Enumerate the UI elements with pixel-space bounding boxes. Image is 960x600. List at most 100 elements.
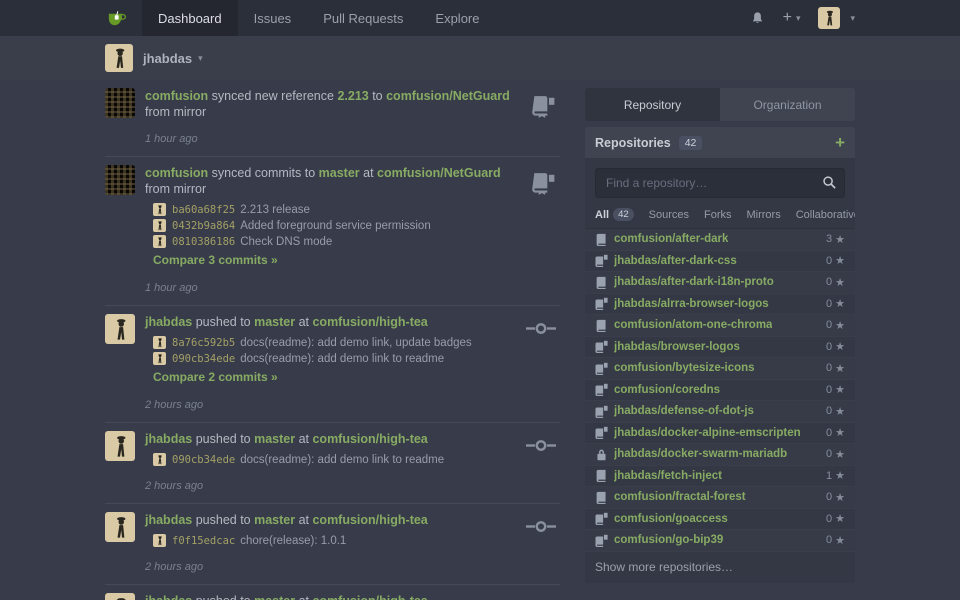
feed-item: jhabdas pushed to master at comfusion/hi…: [105, 423, 560, 504]
repo-row[interactable]: comfusion/bytesize-icons0★: [585, 358, 855, 380]
feed-link[interactable]: comfusion: [145, 89, 208, 103]
repo-row[interactable]: comfusion/goaccess0★: [585, 509, 855, 531]
repo-row[interactable]: jhabdas/browser-logos0★: [585, 337, 855, 359]
fork-icon: [595, 297, 608, 310]
repo-icon: [595, 319, 608, 332]
repo-row[interactable]: comfusion/atom-one-chroma 0★: [585, 315, 855, 337]
actor-avatar[interactable]: [105, 165, 135, 195]
feed-item-row: jhabdas pushed to master at comfusion/hi…: [105, 593, 560, 600]
commit-sha-link[interactable]: ba60a68f25: [172, 204, 235, 216]
feed-link[interactable]: jhabdas: [145, 594, 192, 600]
filter-sources[interactable]: Sources: [649, 209, 689, 221]
actor-avatar[interactable]: [105, 431, 135, 461]
repo-row[interactable]: jhabdas/docker-swarm-mariadb0★: [585, 444, 855, 466]
feed-item-timestamp: 2 hours ago: [145, 561, 560, 573]
repo-row[interactable]: jhabdas/after-dark-i18n-proto0★: [585, 272, 855, 294]
mirror-icon: [530, 94, 556, 120]
repo-name-link[interactable]: jhabdas/fetch-inject: [614, 470, 722, 482]
repo-name-link[interactable]: jhabdas/defense-of-dot-js: [614, 405, 754, 417]
repo-name-link[interactable]: jhabdas/after-dark-i18n-proto: [614, 276, 774, 288]
filter-all[interactable]: All42: [595, 208, 634, 221]
compare-commits-link[interactable]: Compare 3 commits »: [153, 253, 278, 267]
repo-row[interactable]: jhabdas/fetch-inject1★: [585, 466, 855, 488]
feed-link[interactable]: master: [254, 594, 295, 600]
commit-sha-link[interactable]: 0432b9a864: [172, 220, 235, 232]
feed-link[interactable]: comfusion/NetGuard: [377, 166, 501, 180]
filter-mirrors[interactable]: Mirrors: [747, 209, 781, 221]
repo-name-link[interactable]: jhabdas/browser-logos: [614, 341, 740, 353]
repo-name-link[interactable]: jhabdas/alrra-browser-logos: [614, 298, 769, 310]
repo-name-link[interactable]: jhabdas/docker-alpine-emscripten: [614, 427, 801, 439]
feed-link[interactable]: comfusion/high-tea: [312, 315, 427, 329]
nav-item-explore[interactable]: Explore: [419, 0, 495, 36]
feed-item-row: comfusion synced commits to master at co…: [105, 165, 560, 294]
feed-link[interactable]: jhabdas: [145, 315, 192, 329]
compare-link-wrap: Compare 3 commits »: [145, 250, 560, 269]
feed-link[interactable]: master: [319, 166, 360, 180]
repo-name-link[interactable]: comfusion/atom-one-chroma: [614, 319, 772, 331]
feed-item-timestamp: 2 hours ago: [145, 399, 560, 411]
filter-forks[interactable]: Forks: [704, 209, 732, 221]
repo-search-input[interactable]: [595, 168, 845, 198]
feed-link[interactable]: jhabdas: [145, 513, 192, 527]
context-switcher[interactable]: jhabdas: [143, 51, 192, 66]
actor-avatar[interactable]: [105, 593, 135, 600]
feed-item: jhabdas pushed to master at comfusion/hi…: [105, 585, 560, 600]
feed-link[interactable]: jhabdas: [145, 432, 192, 446]
new-repository-button[interactable]: +: [835, 134, 845, 151]
user-menu[interactable]: ▾: [818, 7, 855, 29]
feed-link[interactable]: master: [254, 432, 295, 446]
feed-link[interactable]: 2.213: [337, 89, 368, 103]
feed-link[interactable]: comfusion/high-tea: [312, 513, 427, 527]
compare-commits-link[interactable]: Compare 2 commits »: [153, 370, 278, 384]
nav-item-issues[interactable]: Issues: [238, 0, 308, 36]
repo-name-link[interactable]: comfusion/goaccess: [614, 513, 728, 525]
feed-link[interactable]: comfusion: [145, 166, 208, 180]
feed-link[interactable]: master: [254, 513, 295, 527]
repo-row[interactable]: comfusion/go-bip390★: [585, 530, 855, 552]
sidebar-tabs: RepositoryOrganization: [585, 88, 855, 121]
sidebar-tab-repository[interactable]: Repository: [585, 88, 720, 121]
avatar-figure-icon: [818, 7, 840, 29]
repo-row[interactable]: jhabdas/defense-of-dot-js0★: [585, 401, 855, 423]
repo-row[interactable]: comfusion/coredns0★: [585, 380, 855, 402]
actor-avatar[interactable]: [105, 314, 135, 344]
actor-avatar[interactable]: [105, 88, 135, 118]
repo-name-link[interactable]: comfusion/coredns: [614, 384, 720, 396]
repo-row[interactable]: comfusion/fractal-forest0★: [585, 487, 855, 509]
feed-link[interactable]: comfusion/high-tea: [312, 594, 427, 600]
repo-name-link[interactable]: comfusion/fractal-forest: [614, 491, 746, 503]
feed-link[interactable]: comfusion/NetGuard: [386, 89, 510, 103]
feed-text: synced new reference: [208, 89, 337, 103]
commit-sha-link[interactable]: f0f15edcac: [172, 535, 235, 547]
repo-name-link[interactable]: comfusion/after-dark: [614, 233, 728, 245]
feed-link[interactable]: master: [254, 315, 295, 329]
feed-link[interactable]: comfusion/high-tea: [312, 432, 427, 446]
repo-icon: [595, 233, 608, 246]
repo-star-count: 0★: [826, 319, 845, 332]
show-more-repositories-link[interactable]: Show more repositories…: [585, 552, 855, 583]
filter-collaborative[interactable]: Collaborative: [796, 209, 855, 221]
commit-sha-link[interactable]: 0810386186: [172, 236, 235, 248]
repo-name-link[interactable]: jhabdas/after-dark-css: [614, 255, 737, 267]
nav-item-dashboard[interactable]: Dashboard: [142, 0, 238, 36]
nav-item-pull-requests[interactable]: Pull Requests: [307, 0, 419, 36]
commit-sha-link[interactable]: 090cb34ede: [172, 454, 235, 466]
gitea-logo[interactable]: [105, 0, 128, 36]
commit-sha-link[interactable]: 8a76c592b5: [172, 337, 235, 349]
commit-sha-link[interactable]: 090cb34ede: [172, 353, 235, 365]
sidebar-tab-organization[interactable]: Organization: [720, 88, 855, 121]
repo-row[interactable]: jhabdas/alrra-browser-logos0★: [585, 294, 855, 316]
navbar-right: + ▾ ▾: [750, 0, 855, 36]
repo-row[interactable]: comfusion/after-dark3★: [585, 229, 855, 251]
repo-row[interactable]: jhabdas/docker-alpine-emscripten0★: [585, 423, 855, 445]
repo-name-link[interactable]: comfusion/go-bip39: [614, 534, 723, 546]
repo-search: [595, 168, 845, 198]
main-content: comfusion synced new reference 2.213 to …: [0, 80, 960, 600]
repo-row[interactable]: jhabdas/after-dark-css0★: [585, 251, 855, 273]
actor-avatar[interactable]: [105, 512, 135, 542]
repo-name-link[interactable]: comfusion/bytesize-icons: [614, 362, 755, 374]
create-new-button[interactable]: + ▾: [783, 9, 801, 27]
repo-name-link[interactable]: jhabdas/docker-swarm-mariadb: [614, 448, 787, 460]
notifications-button[interactable]: [750, 11, 765, 26]
